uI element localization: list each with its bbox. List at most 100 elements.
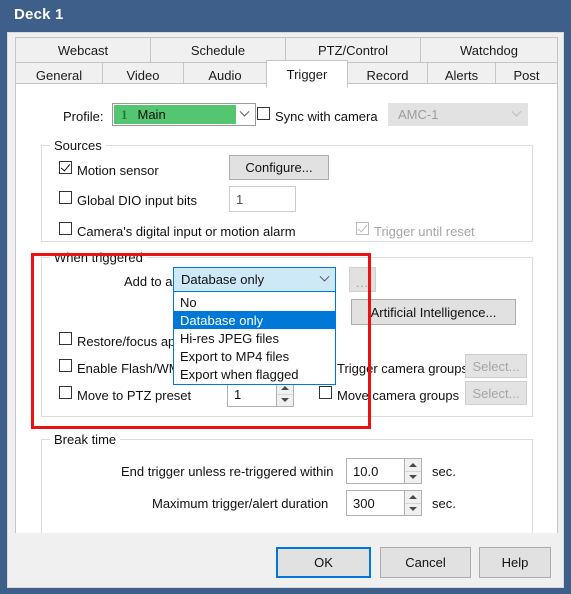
tab-label: Trigger bbox=[286, 66, 328, 82]
spin-down-icon[interactable] bbox=[405, 470, 421, 484]
profile-label: Profile: bbox=[63, 109, 104, 124]
window-title: Deck 1 bbox=[14, 6, 64, 23]
dropdown-option-label: Export to MP4 files bbox=[180, 348, 290, 364]
profile-selected-value: 1 Main bbox=[114, 105, 236, 124]
tab-label: Alerts bbox=[444, 67, 479, 83]
dialog-client-area: Webcast Schedule PTZ/Control Watchdog Ge… bbox=[7, 32, 564, 588]
end-trigger-spin-buttons[interactable] bbox=[404, 459, 421, 483]
dropdown-option-label: Database only bbox=[180, 312, 264, 328]
global-dio-input[interactable]: 1 bbox=[229, 186, 296, 212]
sources-group: Sources Motion sensor Configure... Globa… bbox=[41, 138, 533, 242]
tab-label: Video bbox=[126, 67, 160, 83]
tab-label: Schedule bbox=[190, 42, 246, 58]
alerts-options-button[interactable]: ... bbox=[349, 267, 376, 292]
dropdown-option-label: Hi-res JPEG files bbox=[180, 330, 279, 346]
tab-trigger[interactable]: Trigger bbox=[266, 60, 348, 88]
end-trigger-value: 10.0 bbox=[353, 463, 379, 479]
chevron-down-icon bbox=[505, 104, 527, 125]
spin-up-icon[interactable] bbox=[405, 459, 421, 471]
when-triggered-group: When triggered Add to alerts list: ... A… bbox=[41, 250, 533, 417]
title-bar: Deck 1 bbox=[0, 0, 571, 32]
max-duration-value: 300 bbox=[353, 495, 375, 511]
tab-label: PTZ/Control bbox=[317, 42, 389, 58]
dropdown-option-no[interactable]: No bbox=[174, 293, 335, 311]
profile-number: 1 bbox=[121, 106, 128, 122]
add-to-alerts-value: Database only bbox=[181, 272, 265, 287]
ptz-preset-value: 1 bbox=[234, 386, 242, 402]
move-camera-groups-checkbox[interactable] bbox=[319, 386, 332, 399]
tab-label: Record bbox=[366, 67, 409, 83]
artificial-intelligence-button[interactable]: Artificial Intelligence... bbox=[351, 299, 516, 325]
sync-with-camera-label: Sync with camera bbox=[275, 109, 378, 124]
dropdown-option-label: Export when flagged bbox=[180, 366, 299, 382]
ptz-preset-spin-buttons[interactable] bbox=[276, 382, 293, 406]
move-to-ptz-preset-checkbox[interactable] bbox=[59, 386, 72, 399]
spin-down-icon[interactable] bbox=[277, 393, 293, 407]
camera-digital-input-label: Camera's digital input or motion alarm bbox=[77, 224, 296, 239]
dropdown-option-database-only[interactable]: Database only bbox=[174, 311, 335, 329]
sources-group-title: Sources bbox=[50, 138, 106, 153]
dialog-button-bar: OK Cancel Help bbox=[8, 533, 563, 587]
configure-button[interactable]: Configure... bbox=[229, 155, 329, 180]
tab-watchdog[interactable]: Watchdog bbox=[420, 37, 558, 63]
dropdown-option-hires-jpeg[interactable]: Hi-res JPEG files bbox=[174, 329, 335, 347]
dropdown-option-export-mp4[interactable]: Export to MP4 files bbox=[174, 347, 335, 365]
ok-button[interactable]: OK bbox=[276, 547, 371, 578]
camera-selected-value: AMC-1 bbox=[398, 107, 439, 122]
add-to-alerts-dropdown-list[interactable]: No Database only Hi-res JPEG files Expor… bbox=[173, 292, 336, 385]
max-duration-spin-buttons[interactable] bbox=[404, 491, 421, 515]
chevron-down-icon bbox=[233, 104, 255, 125]
profile-select[interactable]: 1 Main bbox=[112, 103, 256, 126]
tab-label: General bbox=[35, 67, 83, 83]
trigger-until-reset-label: Trigger until reset bbox=[374, 224, 475, 239]
camera-select: AMC-1 bbox=[388, 103, 528, 126]
tab-label: Post bbox=[513, 67, 540, 83]
tab-label: Webcast bbox=[57, 42, 109, 58]
alerts-options-button-label: ... bbox=[355, 276, 369, 290]
tab-webcast[interactable]: Webcast bbox=[15, 37, 151, 63]
break-time-group-title: Break time bbox=[50, 432, 121, 447]
enable-flash-wm-checkbox[interactable] bbox=[59, 359, 72, 372]
restore-focus-app-label: Restore/focus app bbox=[77, 334, 183, 349]
global-dio-value: 1 bbox=[236, 191, 244, 207]
spin-down-icon[interactable] bbox=[405, 502, 421, 516]
configure-button-label: Configure... bbox=[245, 160, 313, 175]
cancel-button-label: Cancel bbox=[405, 555, 446, 570]
add-to-alerts-select[interactable]: Database only bbox=[173, 267, 336, 292]
motion-sensor-checkbox[interactable] bbox=[59, 161, 72, 174]
end-trigger-stepper[interactable]: 10.0 bbox=[346, 458, 422, 484]
trigger-until-reset-checkbox bbox=[356, 222, 369, 235]
chevron-down-icon bbox=[313, 268, 335, 291]
help-button[interactable]: Help bbox=[479, 547, 551, 578]
select-button-label: Select... bbox=[472, 385, 520, 401]
camera-digital-input-checkbox[interactable] bbox=[59, 222, 72, 235]
move-to-ptz-preset-label: Move to PTZ preset bbox=[77, 388, 192, 403]
select-button-label: Select... bbox=[472, 358, 520, 374]
trigger-tab-page: Profile: 1 Main Sync with camera AMC-1 S… bbox=[15, 83, 558, 565]
tab-label: Watchdog bbox=[459, 42, 519, 58]
spin-up-icon[interactable] bbox=[405, 491, 421, 503]
move-camera-groups-label: Move camera groups bbox=[337, 388, 460, 403]
move-camera-groups-select-button: Select... bbox=[465, 381, 527, 405]
artificial-intelligence-button-label: Artificial Intelligence... bbox=[370, 304, 497, 320]
dropdown-option-export-flagged[interactable]: Export when flagged bbox=[174, 365, 335, 383]
application-window: Deck 1 Webcast Schedule PTZ/Control Watc… bbox=[0, 0, 571, 594]
global-dio-label: Global DIO input bits bbox=[77, 193, 197, 208]
global-dio-checkbox[interactable] bbox=[59, 191, 72, 204]
when-triggered-group-title: When triggered bbox=[50, 250, 147, 265]
trigger-camera-groups-select-button: Select... bbox=[465, 354, 527, 378]
max-duration-unit: sec. bbox=[432, 496, 456, 511]
trigger-camera-groups-label: Trigger camera groups bbox=[337, 361, 469, 376]
tab-label: Audio bbox=[208, 67, 242, 83]
break-time-group: Break time End trigger unless re-trigger… bbox=[41, 432, 533, 538]
ok-button-label: OK bbox=[314, 555, 333, 570]
cancel-button[interactable]: Cancel bbox=[380, 547, 471, 578]
sync-with-camera-checkbox[interactable] bbox=[257, 107, 270, 120]
max-duration-label: Maximum trigger/alert duration bbox=[152, 496, 329, 511]
profile-name: Main bbox=[137, 107, 166, 122]
end-trigger-label: End trigger unless re-triggered within bbox=[121, 464, 334, 479]
end-trigger-unit: sec. bbox=[432, 464, 456, 479]
motion-sensor-label: Motion sensor bbox=[77, 163, 159, 178]
max-duration-stepper[interactable]: 300 bbox=[346, 490, 422, 516]
restore-focus-app-checkbox[interactable] bbox=[59, 332, 72, 345]
